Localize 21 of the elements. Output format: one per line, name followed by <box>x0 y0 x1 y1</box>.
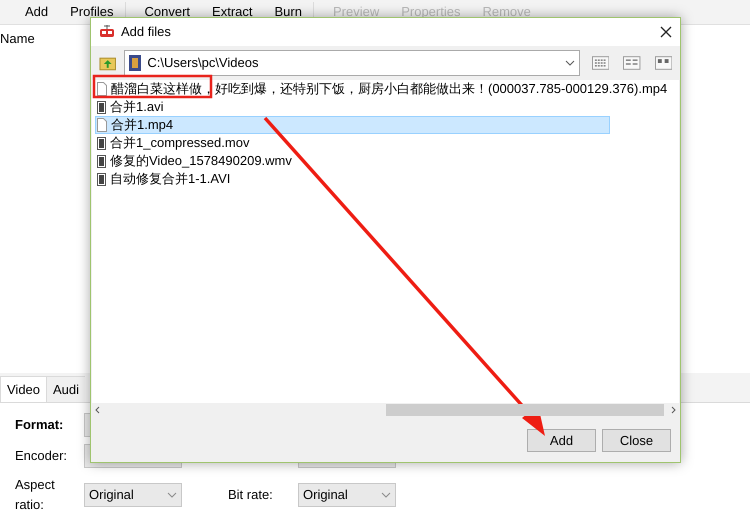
file-list-item[interactable]: 合并1_compressed.mov <box>95 134 610 152</box>
file-list-item[interactable]: 醋溜白菜这样做，好吃到爆，还特别下饭，厨房小白都能做出来！(000037.785-000129.376).mp4 <box>95 80 668 98</box>
path-dropdown[interactable]: C:\Users\pc\Videos <box>124 50 580 76</box>
dialog-button[interactable]: Close <box>602 429 671 452</box>
file-list-item[interactable]: 自动修复合并1-1.AVI <box>95 170 610 188</box>
tab[interactable]: Video <box>0 376 48 402</box>
file-list-item[interactable]: 合并1.avi <box>95 98 610 116</box>
file-list-item[interactable]: 合并1.mp4 <box>95 116 610 134</box>
toolbar-button[interactable]: Add <box>14 2 60 22</box>
toolbar-button[interactable]: Extract <box>201 2 264 22</box>
field-label: Encoder: <box>15 447 68 466</box>
field-label: Format: <box>15 416 64 434</box>
toolbar-button[interactable]: Convert <box>134 2 202 22</box>
dropdown[interactable]: Original <box>84 482 182 506</box>
dialog-button[interactable]: Add <box>527 429 596 452</box>
column-header[interactable]: Name <box>0 29 35 49</box>
window-title: Add files <box>121 23 172 42</box>
file-list-item[interactable]: 修复的Video_1578490209.wmv <box>95 152 610 170</box>
dropdown[interactable]: Original <box>298 482 396 506</box>
field-label: Aspect ratio: <box>15 476 56 514</box>
field-label: Bit rate: <box>228 486 274 504</box>
